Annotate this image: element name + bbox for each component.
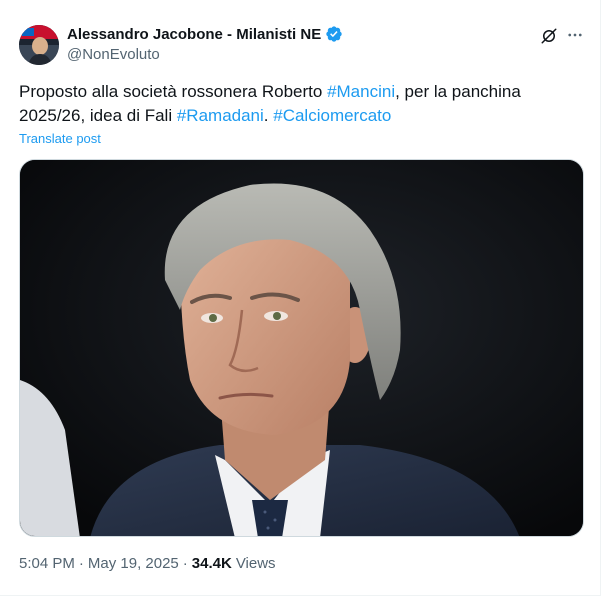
avatar[interactable] — [19, 25, 59, 65]
author-handle[interactable]: @NonEvoluto — [67, 46, 160, 63]
tweet-meta: 5:04 PM · May 19, 2025 · 34.4K Views — [19, 555, 276, 572]
grok-icon[interactable] — [538, 25, 560, 47]
hashtag-link[interactable]: #Mancini — [327, 82, 395, 101]
portrait-illustration — [20, 160, 583, 536]
tweet-media-image[interactable] — [19, 159, 584, 537]
translate-post-link[interactable]: Translate post — [19, 131, 101, 146]
tweet-text-part: Proposto alla società rossonera Roberto — [19, 82, 328, 101]
display-name[interactable]: Alessandro Jacobone - Milanisti NE — [67, 26, 321, 43]
views-label: Views — [235, 555, 276, 572]
hashtag-link[interactable]: #Calciomercato — [273, 106, 391, 125]
tweet-text: Proposto alla società rossonera Roberto … — [19, 80, 579, 128]
hashtag-link[interactable]: #Ramadani — [177, 106, 264, 125]
views-count[interactable]: 34.4K — [192, 555, 232, 572]
more-icon[interactable] — [564, 24, 586, 46]
tweet-text-part: . — [263, 106, 274, 125]
avatar-image — [19, 25, 59, 65]
tweet-card: Alessandro Jacobone - Milanisti NE @NonE… — [0, 0, 601, 596]
post-date[interactable]: May 19, 2025 — [88, 555, 179, 572]
meta-separator: · — [182, 555, 188, 572]
author-name-row: Alessandro Jacobone - Milanisti NE — [67, 25, 343, 43]
verified-badge-icon[interactable] — [325, 25, 343, 43]
post-time[interactable]: 5:04 PM — [19, 555, 75, 572]
meta-separator: · — [78, 555, 84, 572]
